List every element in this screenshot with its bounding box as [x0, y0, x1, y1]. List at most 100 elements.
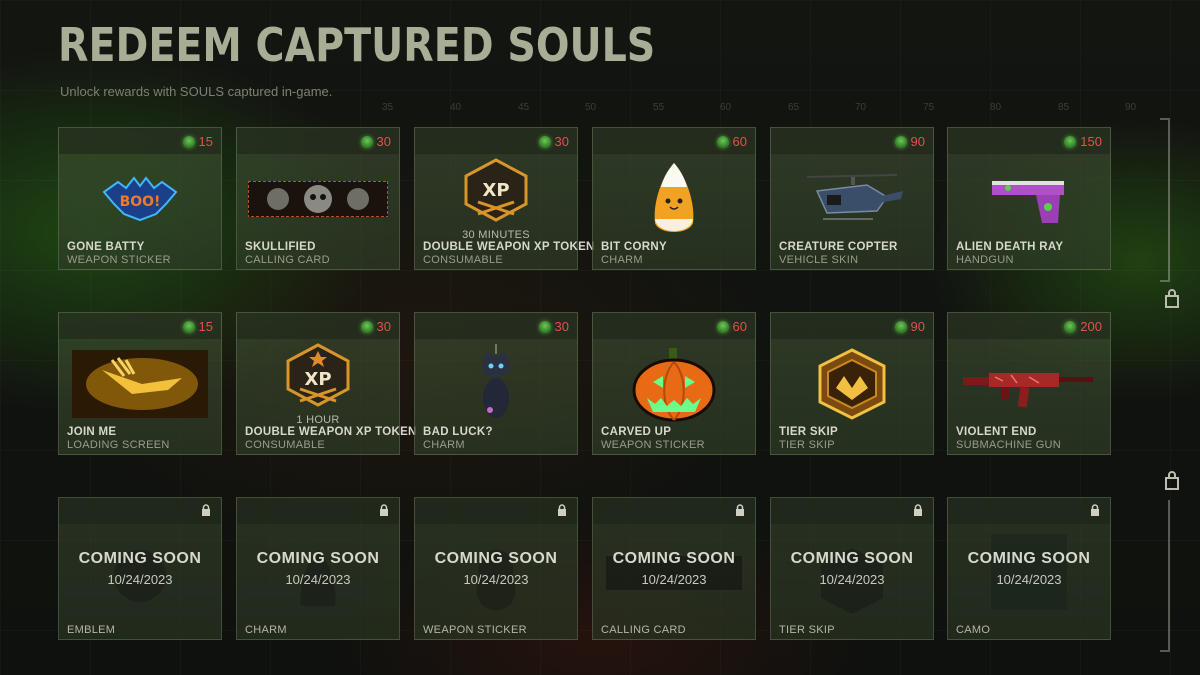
item-name: TIER SKIP: [779, 426, 838, 438]
item-type: CHARM: [423, 439, 465, 451]
cost-badge: 15: [182, 134, 213, 149]
item-type: CHARM: [601, 254, 643, 266]
reward-card-violent-end[interactable]: 200 VIOLENT END SUBMACHINE GUN: [947, 312, 1111, 455]
cost-badge: 150: [1064, 134, 1102, 149]
locked-card-emblem[interactable]: COMING SOON 10/24/2023 EMBLEM: [58, 497, 222, 640]
release-date: 10/24/2023: [641, 572, 707, 587]
reward-card-gone-batty[interactable]: 15 BOO! GONE BATTY WEAPON STICKER: [58, 127, 222, 270]
lock-icon: [914, 504, 922, 516]
soul-icon: [894, 320, 907, 333]
release-date: 10/24/2023: [463, 572, 529, 587]
side-lock-icon: [1165, 471, 1179, 490]
soul-icon: [894, 135, 907, 148]
reward-card-tier-skip[interactable]: 90 TIER SKIP TIER SKIP: [770, 312, 934, 455]
loading-screen-icon: [59, 343, 221, 425]
cost-badge: 90: [894, 134, 925, 149]
soul-icon: [716, 135, 729, 148]
page-subtitle: Unlock rewards with SOULS captured in-ga…: [60, 84, 333, 99]
xp-token-icon: XP: [415, 156, 577, 226]
reward-card-bit-corny[interactable]: 60 BIT CORNY CHARM: [592, 127, 756, 270]
cost-badge: 90: [894, 319, 925, 334]
item-type: HANDGUN: [956, 254, 1014, 266]
item-type: CALLING CARD: [245, 254, 330, 266]
svg-text:XP: XP: [304, 369, 331, 390]
coming-soon-label: COMING SOON: [612, 550, 736, 567]
bg-axis-number: 70: [855, 102, 867, 113]
item-type: WEAPON STICKER: [423, 624, 527, 636]
cost-badge: 200: [1064, 319, 1102, 334]
lock-icon: [736, 504, 744, 516]
candy-corn-charm-icon: [593, 158, 755, 240]
svg-text:XP: XP: [482, 180, 509, 201]
reward-card-alien-death-ray[interactable]: 150 ALIEN DEATH RAY HANDGUN: [947, 127, 1111, 270]
item-name: DOUBLE WEAPON XP TOKEN: [423, 241, 595, 253]
locked-card-calling-card[interactable]: COMING SOON 10/24/2023 CALLING CARD: [592, 497, 756, 640]
item-type: TIER SKIP: [779, 439, 835, 451]
soul-icon: [182, 135, 195, 148]
soul-icon: [716, 320, 729, 333]
release-date: 10/24/2023: [996, 572, 1062, 587]
soul-icon: [538, 135, 551, 148]
reward-card-bad-luck[interactable]: 30 BAD LUCK? CHARM: [414, 312, 578, 455]
reward-card-join-me[interactable]: 15 JOIN ME LOADING SCREEN: [58, 312, 222, 455]
bg-axis-number: 80: [990, 102, 1002, 113]
cost-badge: 60: [716, 319, 747, 334]
cost-badge: 15: [182, 319, 213, 334]
svg-text:BOO!: BOO!: [120, 194, 161, 210]
coming-soon-label: COMING SOON: [967, 550, 1091, 567]
release-date: 10/24/2023: [285, 572, 351, 587]
reward-card-xp-token-30min[interactable]: 30 XP 30 MINUTES DOUBLE WEAPON XP TOKEN …: [414, 127, 594, 270]
soul-icon: [360, 320, 373, 333]
coming-soon-label: COMING SOON: [256, 550, 380, 567]
bg-axis-number: 55: [653, 102, 665, 113]
release-date: 10/24/2023: [819, 572, 885, 587]
item-type: SUBMACHINE GUN: [956, 439, 1062, 451]
item-name: VIOLENT END: [956, 426, 1037, 438]
item-name: CARVED UP: [601, 426, 672, 438]
item-type: WEAPON STICKER: [67, 254, 171, 266]
duration-label: 30 MINUTES: [462, 229, 530, 241]
page-title: REDEEM CAPTURED SOULS: [58, 18, 656, 72]
smg-icon: [948, 343, 1110, 425]
skull-calling-card-icon: [237, 158, 399, 240]
reward-card-creature-copter[interactable]: 90 CREATURE COPTER VEHICLE SKIN: [770, 127, 934, 270]
lock-icon: [1091, 504, 1099, 516]
item-name: SKULLIFIED: [245, 241, 316, 253]
bg-axis-number: 50: [585, 102, 597, 113]
item-name: DOUBLE WEAPON XP TOKEN: [245, 426, 417, 438]
helicopter-icon: [771, 158, 933, 240]
reward-card-carved-up[interactable]: 60 CARVED UP WEAPON STICKER: [592, 312, 756, 455]
locked-card-charm[interactable]: COMING SOON 10/24/2023 CHARM: [236, 497, 400, 640]
lock-icon: [558, 504, 566, 516]
bg-axis-number: 85: [1058, 102, 1070, 113]
tier-skip-badge-icon: [771, 343, 933, 425]
locked-card-tier-skip[interactable]: COMING SOON 10/24/2023 TIER SKIP: [770, 497, 934, 640]
item-type: CONSUMABLE: [245, 439, 326, 451]
cost-badge: 30: [360, 134, 391, 149]
bg-axis-number: 40: [450, 102, 462, 113]
black-cat-charm-icon: [415, 343, 577, 425]
reward-card-skullified[interactable]: 30 SKULLIFIED CALLING CARD: [236, 127, 400, 270]
locked-card-camo[interactable]: COMING SOON 10/24/2023 CAMO: [947, 497, 1111, 640]
coming-soon-label: COMING SOON: [790, 550, 914, 567]
soul-icon: [360, 135, 373, 148]
item-type: VEHICLE SKIN: [779, 254, 859, 266]
item-type: TIER SKIP: [779, 624, 835, 636]
xp-token-star-icon: XP: [237, 341, 399, 411]
item-name: CREATURE COPTER: [779, 241, 898, 253]
locked-card-weapon-sticker[interactable]: COMING SOON 10/24/2023 WEAPON STICKER: [414, 497, 578, 640]
coming-soon-label: COMING SOON: [434, 550, 558, 567]
reward-card-xp-token-1hour[interactable]: 30 XP 1 HOUR DOUBLE WEAPON XP TOKEN CONS…: [236, 312, 416, 455]
scroll-bracket: [1160, 500, 1170, 652]
bg-axis-number: 60: [720, 102, 732, 113]
bg-axis-number: 35: [382, 102, 394, 113]
bg-axis-number: 65: [788, 102, 800, 113]
item-name: BIT CORNY: [601, 241, 667, 253]
lock-icon: [202, 504, 210, 516]
bg-axis-number: 75: [923, 102, 935, 113]
cost-badge: 30: [538, 134, 569, 149]
item-type: EMBLEM: [67, 624, 116, 636]
item-type: CALLING CARD: [601, 624, 686, 636]
boo-bat-sticker-icon: BOO!: [59, 158, 221, 240]
coming-soon-label: COMING SOON: [78, 550, 202, 567]
